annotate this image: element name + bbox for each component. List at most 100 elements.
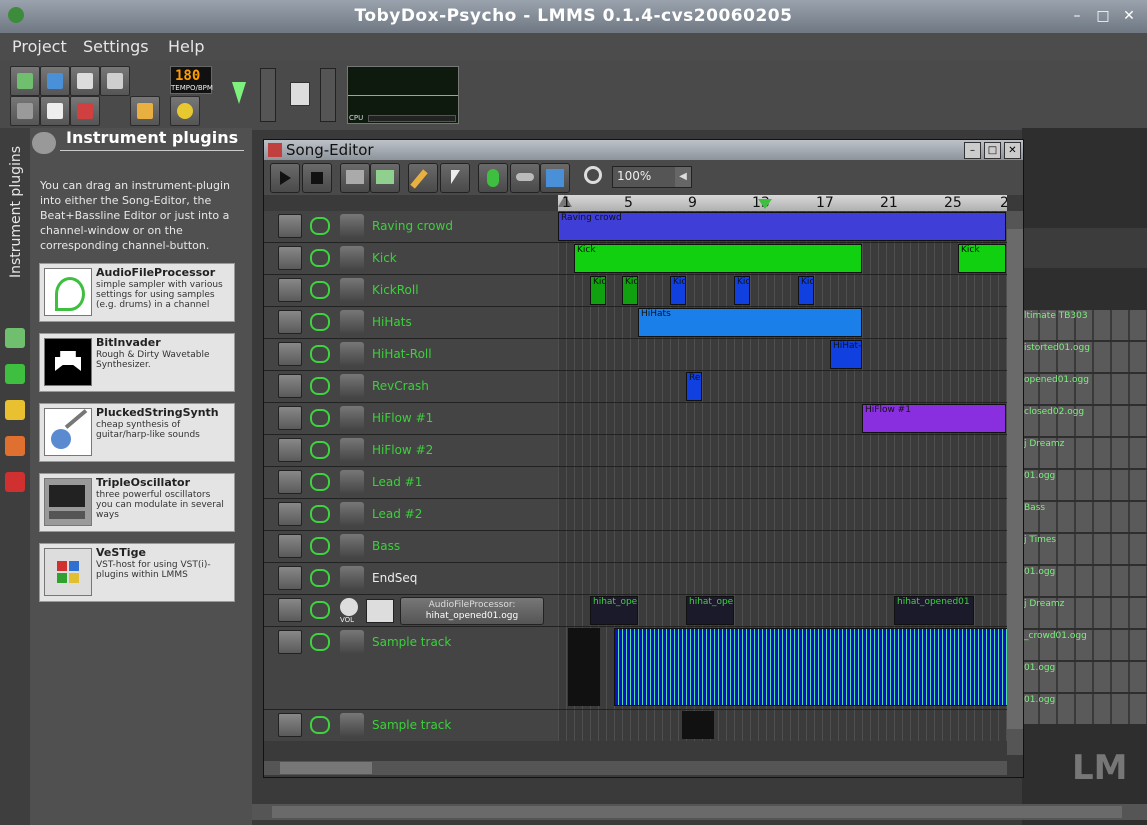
horizontal-scrollbar[interactable]: [264, 761, 1007, 775]
main-horizontal-scrollbar[interactable]: [252, 804, 1147, 820]
volume-knob[interactable]: [340, 598, 358, 616]
sample-item[interactable]: Bass: [1022, 502, 1147, 532]
sample-track-icon[interactable]: [340, 630, 364, 654]
track-name[interactable]: Lead #1: [372, 475, 422, 489]
my-presets-icon[interactable]: [5, 400, 25, 420]
instrument-icon[interactable]: [340, 374, 364, 398]
solo-toggle[interactable]: [310, 569, 330, 587]
sync-button[interactable]: [540, 163, 570, 193]
solo-toggle[interactable]: [310, 537, 330, 555]
sample-item[interactable]: 01.ogg: [1022, 694, 1147, 724]
pattern-block[interactable]: Kick: [574, 244, 862, 273]
piano-icon[interactable]: [366, 599, 394, 623]
mute-button[interactable]: [278, 406, 302, 430]
instrument-icon[interactable]: [340, 502, 364, 526]
track-name[interactable]: Sample track: [372, 718, 451, 732]
mute-button[interactable]: [278, 438, 302, 462]
new-project-button[interactable]: [10, 66, 40, 96]
instrument-icon[interactable]: [340, 310, 364, 334]
menu-settings[interactable]: Settings: [83, 37, 149, 56]
maximize-icon[interactable]: □: [984, 142, 1001, 159]
instrument-icon[interactable]: [340, 278, 364, 302]
vertical-scroll-thumb[interactable]: [1007, 229, 1023, 729]
timeline-ruler[interactable]: 1 5 9 13 17 21 25 29: [558, 195, 1007, 211]
add-sample-track-button[interactable]: [370, 163, 400, 193]
solo-toggle[interactable]: [310, 473, 330, 491]
save-button[interactable]: [70, 66, 100, 96]
track-pattern-area[interactable]: Kick Kick: [558, 243, 1007, 274]
sample-track-icon[interactable]: [340, 713, 364, 737]
sample-item[interactable]: opened01.ogg: [1022, 374, 1147, 404]
automation-button[interactable]: [478, 163, 508, 193]
instrument-icon[interactable]: [340, 246, 364, 270]
track-pattern-area[interactable]: Rev: [558, 371, 1007, 402]
pattern-block[interactable]: Rev: [686, 372, 702, 401]
track-pattern-area[interactable]: Raving crowd: [558, 211, 1007, 242]
mute-button[interactable]: [278, 278, 302, 302]
track-pattern-area[interactable]: HiHat-: [558, 339, 1007, 370]
instrument-plugins-tab[interactable]: Instrument plugins: [6, 132, 24, 294]
track-pattern-area[interactable]: [558, 435, 1007, 466]
channel-button[interactable]: AudioFileProcessor: hihat_opened01.ogg: [400, 597, 544, 625]
pattern-block[interactable]: Kick: [958, 244, 1006, 273]
pattern-block[interactable]: Raving crowd: [558, 212, 1006, 241]
main-scroll-thumb[interactable]: [272, 806, 1122, 818]
instrument-icon[interactable]: [340, 534, 364, 558]
solo-toggle[interactable]: [310, 601, 330, 619]
chevron-left-icon[interactable]: ◀: [675, 167, 691, 187]
edit-mode-button[interactable]: [440, 163, 470, 193]
mute-button[interactable]: [278, 502, 302, 526]
track-name[interactable]: Raving crowd: [372, 219, 453, 233]
track-pattern-area[interactable]: [558, 627, 1007, 709]
pattern-block[interactable]: HiHats: [638, 308, 862, 337]
maximize-icon[interactable]: □: [1093, 6, 1113, 26]
plugin-vestige[interactable]: VeSTige VST-host for using VST(i)-plugin…: [39, 543, 235, 602]
solo-toggle[interactable]: [310, 313, 330, 331]
track-pattern-area[interactable]: [558, 563, 1007, 594]
pattern-block[interactable]: hihat_ope: [686, 596, 734, 625]
sample-clip-waveform[interactable]: [614, 628, 1007, 706]
sample-item[interactable]: _crowd01.ogg: [1022, 630, 1147, 660]
track-pattern-area[interactable]: [558, 499, 1007, 530]
instrument-icon[interactable]: [340, 214, 364, 238]
project-notes-button[interactable]: [130, 96, 160, 126]
track-pattern-area[interactable]: HiFlow #1: [558, 403, 1007, 434]
minimize-icon[interactable]: –: [964, 142, 981, 159]
pattern-block[interactable]: Kic: [622, 276, 638, 305]
minimize-icon[interactable]: –: [1067, 6, 1087, 26]
mute-button[interactable]: [278, 470, 302, 494]
vertical-scrollbar[interactable]: [1007, 211, 1023, 755]
track-pattern-area[interactable]: HiHats: [558, 307, 1007, 338]
track-name[interactable]: Kick: [372, 251, 397, 265]
mute-button[interactable]: [278, 566, 302, 590]
track-pattern-area[interactable]: [558, 467, 1007, 498]
mute-button[interactable]: [278, 598, 302, 622]
close-icon[interactable]: ✕: [1004, 142, 1021, 159]
pattern-block[interactable]: Kic: [734, 276, 750, 305]
pattern-block[interactable]: hihat_ope: [590, 596, 638, 625]
draw-mode-button[interactable]: [408, 163, 438, 193]
mute-button[interactable]: [278, 342, 302, 366]
bb-editor-button[interactable]: [70, 96, 100, 126]
pattern-block[interactable]: Kic: [798, 276, 814, 305]
track-name[interactable]: Bass: [372, 539, 400, 553]
sample-item[interactable]: j Dreamz: [1022, 438, 1147, 468]
track-name[interactable]: Lead #2: [372, 507, 422, 521]
solo-toggle[interactable]: [310, 409, 330, 427]
solo-toggle[interactable]: [310, 441, 330, 459]
solo-toggle[interactable]: [310, 281, 330, 299]
export-button[interactable]: [170, 96, 200, 126]
solo-toggle[interactable]: [310, 377, 330, 395]
root-directory-icon[interactable]: [5, 472, 25, 492]
pattern-block[interactable]: Kic: [670, 276, 686, 305]
mute-button[interactable]: [278, 630, 302, 654]
menu-help[interactable]: Help: [168, 37, 204, 56]
sample-item[interactable]: istorted01.ogg: [1022, 342, 1147, 372]
mute-button[interactable]: [278, 246, 302, 270]
track-pattern-area[interactable]: [558, 710, 1007, 741]
my-projects-icon[interactable]: [5, 328, 25, 348]
sample-item[interactable]: ltimate TB303: [1022, 310, 1147, 340]
track-name[interactable]: HiHats: [372, 315, 412, 329]
mute-button[interactable]: [278, 713, 302, 737]
mute-button[interactable]: [278, 310, 302, 334]
